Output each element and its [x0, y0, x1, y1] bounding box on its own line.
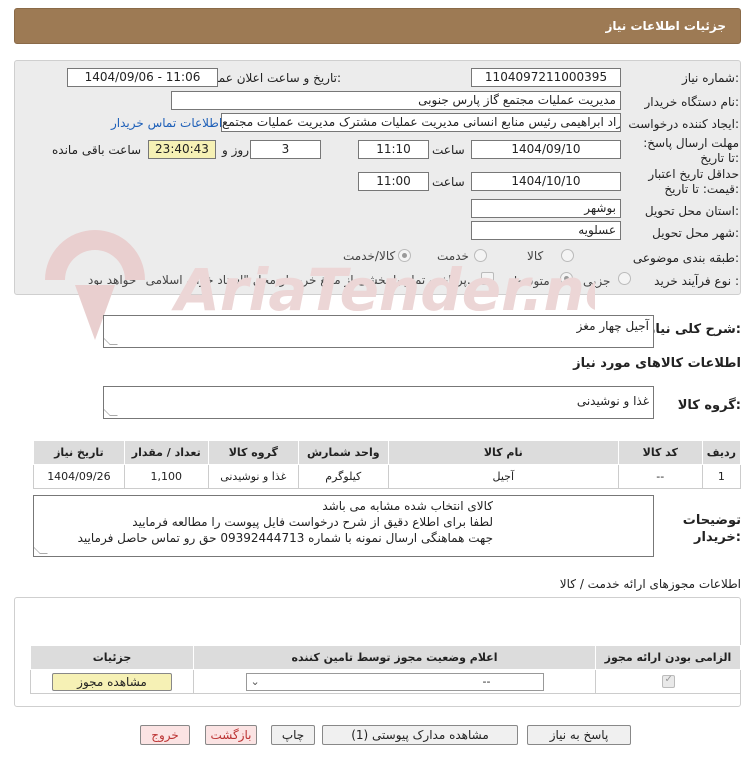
category-label-goods: کالا — [527, 249, 544, 263]
announce-field: 1404/09/06 - 11:06 — [67, 68, 218, 87]
remaining-label: ساعت باقی مانده — [52, 143, 142, 157]
cell-code: -- — [617, 464, 703, 489]
cell-group: غذا و نوشیدنی — [207, 464, 299, 489]
view-permit-button[interactable]: مشاهده مجوز — [52, 672, 172, 691]
deadline-label: مهلت ارسال پاسخ: تا تاریخ: — [643, 136, 739, 165]
buyer-field: مدیریت عملیات مجتمع گاز پارس جنوبی — [171, 91, 621, 110]
treasury-checkbox[interactable] — [481, 272, 494, 285]
deadline-days-label: روز و — [222, 143, 249, 157]
permit-status-select[interactable]: -- ⌄ — [245, 672, 544, 691]
buyer-notes-label: توضیحات خریدار: — [682, 513, 741, 545]
permit-status-value: -- — [482, 674, 491, 688]
process-radio-minor[interactable] — [618, 272, 631, 285]
category-label: طبقه بندی موضوعی: — [632, 251, 739, 265]
deadline-time-label: ساعت — [432, 143, 465, 157]
remaining-time-field: 23:40:43 — [148, 140, 216, 159]
validity-time-label: ساعت — [432, 175, 465, 189]
goods-info-title: اطلاعات کالاهای مورد نیاز — [573, 356, 741, 371]
cell-qty: 1,100 — [123, 464, 209, 489]
validity-label: حداقل تاریخ اعتبار قیمت: تا تاریخ: — [648, 167, 739, 196]
category-label-goods-service: کالا/خدمت — [343, 249, 396, 263]
col-permit-status: اعلام وضعیت مجوز توسط تامین کننده — [193, 645, 596, 670]
table-row: ✓ -- ⌄ مشاهده مجوز — [30, 669, 741, 694]
city-field: عسلویه — [471, 221, 621, 240]
goods-group-text: غذا و نوشیدنی — [576, 394, 649, 408]
validity-date-field: 1404/10/10 — [471, 172, 621, 191]
buyer-notes-line-2: لطفا برای اطلاع دقیق از شرح درخواست فایل… — [132, 515, 493, 529]
summary-label: شرح کلی نیاز: — [647, 322, 741, 337]
cell-date: 1404/09/26 — [33, 464, 125, 489]
permits-title: اطلاعات مجوزهای ارائه خدمت / کالا — [559, 577, 741, 591]
reply-button[interactable]: پاسخ به نیاز — [527, 725, 631, 745]
category-radio-goods-service[interactable] — [398, 249, 411, 262]
need-number-field: 1104097211000395 — [471, 68, 621, 87]
goods-group-label: گروه کالا: — [677, 398, 741, 413]
col-permit-required: الزامی بودن ارائه مجوز — [595, 645, 741, 670]
province-field: بوشهر — [471, 199, 621, 218]
province-label: استان محل تحویل: — [644, 204, 739, 218]
process-label-minor: جزیی — [583, 274, 611, 288]
permit-required-checkbox[interactable]: ✓ — [661, 674, 675, 689]
deadline-date-field: 1404/09/10 — [471, 140, 621, 159]
cell-unit: کیلوگرم — [297, 464, 389, 489]
col-qty: تعداد / مقدار — [123, 440, 209, 465]
buyer-notes-line-3: جهت هماهنگی ارسال نمونه با شماره 0939244… — [77, 531, 493, 545]
category-radio-goods[interactable] — [561, 249, 574, 262]
goods-group-textarea[interactable]: غذا و نوشیدنی — [103, 386, 654, 419]
exit-button[interactable]: خروج — [140, 725, 190, 745]
goods-table-header: ردیف کد کالا نام کالا واحد شمارش گروه کا… — [33, 440, 742, 465]
process-label: نوع فرآیند خرید : — [654, 274, 739, 288]
cell-name: آجیل — [387, 464, 619, 489]
summary-text: آجیل چهار مغز — [576, 319, 649, 333]
col-date: تاریخ نیاز — [33, 440, 125, 465]
attachments-button[interactable]: مشاهده مدارک پیوستی (1) — [322, 725, 518, 745]
deadline-days-field: 3 — [250, 140, 321, 159]
col-unit: واحد شمارش — [297, 440, 389, 465]
buyer-contact-link[interactable]: اطلاعات تماس خریدار — [111, 116, 222, 130]
need-number-label: شماره نیاز: — [681, 71, 739, 85]
col-name: نام کالا — [387, 440, 619, 465]
process-radio-medium[interactable] — [560, 272, 573, 285]
city-label: شهر محل تحویل: — [652, 226, 739, 240]
cell-row: 1 — [701, 464, 742, 489]
resize-grip-icon[interactable] — [104, 408, 118, 416]
summary-textarea[interactable]: آجیل چهار مغز — [103, 315, 654, 348]
buyer-notes-textarea[interactable]: کالای انتخاب شده مشابه می باشد لطفا برای… — [33, 495, 654, 557]
print-button[interactable]: چاپ — [271, 725, 315, 745]
col-permit-details: جزئیات — [30, 645, 194, 670]
category-radio-service[interactable] — [474, 249, 487, 262]
buyer-label: نام دستگاه خریدار: — [644, 95, 740, 109]
process-label-medium: متوسط — [512, 274, 550, 288]
back-button[interactable]: بازگشت — [205, 725, 257, 745]
check-icon: ✓ — [664, 674, 673, 686]
goods-table: ردیف کد کالا نام کالا واحد شمارش گروه کا… — [33, 440, 742, 489]
buyer-notes-line-1: کالای انتخاب شده مشابه می باشد — [322, 499, 493, 513]
creator-label: ایجاد کننده درخواست: — [628, 117, 739, 131]
category-label-service: خدمت — [437, 249, 469, 263]
chevron-down-icon: ⌄ — [250, 674, 260, 688]
resize-grip-icon[interactable] — [104, 337, 118, 345]
col-row: ردیف — [701, 440, 742, 465]
table-row: 1 -- آجیل کیلوگرم غذا و نوشیدنی 1,100 14… — [33, 464, 742, 489]
resize-grip-icon[interactable] — [34, 546, 48, 554]
col-code: کد کالا — [617, 440, 703, 465]
permits-table-header: الزامی بودن ارائه مجوز اعلام وضعیت مجوز … — [30, 645, 741, 670]
permits-table: الزامی بودن ارائه مجوز اعلام وضعیت مجوز … — [30, 645, 741, 694]
creator-field: بهزاد ابراهیمی رئیس منابع انسانی مدیریت … — [221, 113, 621, 132]
col-group: گروه کالا — [207, 440, 299, 465]
treasury-note: پرداخت تمام یا بخشی از مبلغ خرید،از محل … — [88, 273, 471, 287]
page-title: جزئیات اطلاعات نیاز — [605, 19, 726, 33]
validity-time-field: 11:00 — [358, 172, 429, 191]
deadline-time-field: 11:10 — [358, 140, 429, 159]
page-header: جزئیات اطلاعات نیاز — [14, 8, 741, 44]
